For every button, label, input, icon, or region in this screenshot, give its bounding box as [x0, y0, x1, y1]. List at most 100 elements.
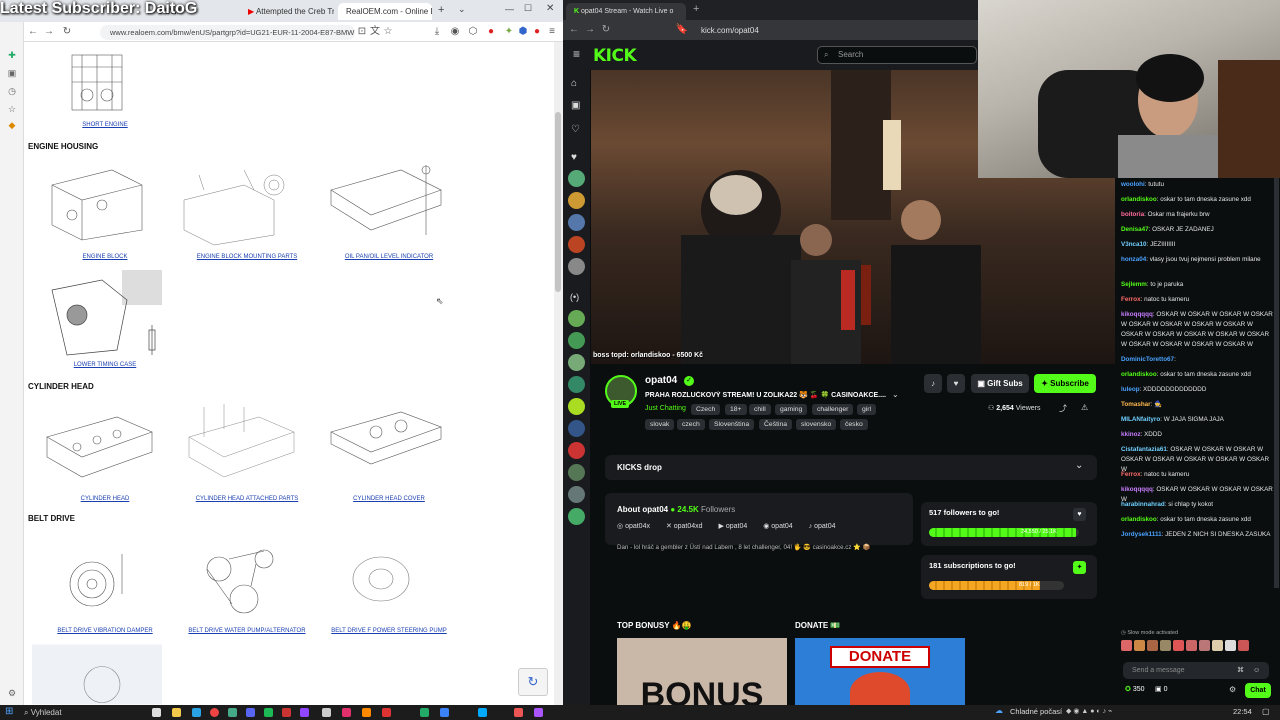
chat-username[interactable]: MILANfaityro [1121, 416, 1160, 423]
chat-username[interactable]: woolohi [1121, 181, 1145, 188]
stream-tag[interactable]: slovensko [796, 419, 837, 430]
bookmark-icon[interactable]: 🔖 [675, 23, 689, 37]
chat-username[interactable]: orlandiskoo [1121, 516, 1157, 523]
recommended-channel-avatar[interactable] [568, 398, 585, 415]
stream-tag[interactable]: girl [857, 404, 877, 415]
chat-send-button[interactable]: Chat [1245, 683, 1271, 698]
recommended-channel-avatar[interactable] [568, 442, 585, 459]
social-link[interactable]: opat04x [625, 523, 650, 530]
stream-tag[interactable]: česko [840, 419, 868, 430]
favorites-icon[interactable]: ☆ [5, 102, 19, 116]
edge-icon[interactable] [192, 708, 201, 717]
twitch-icon[interactable] [300, 708, 309, 717]
clock[interactable]: 22:54 [1233, 707, 1252, 716]
reload-icon[interactable]: ↻ [599, 23, 613, 37]
follow-button[interactable]: ♥ [947, 374, 965, 393]
tray-icons[interactable]: ◆ ◉ ▲ ● ◐ ♪ ⌁ [1066, 707, 1112, 715]
app-icon[interactable] [342, 708, 351, 717]
app-icon[interactable] [382, 708, 391, 717]
kick-logo[interactable]: KICK [593, 46, 637, 66]
emote-icon[interactable] [1212, 640, 1223, 651]
app-icon[interactable] [228, 708, 237, 717]
emote-icon[interactable] [1147, 640, 1158, 651]
part-link[interactable]: CYLINDER HEAD COVER [316, 496, 462, 502]
start-icon[interactable]: ⊞ [5, 706, 13, 717]
top-bonusy-panel-image[interactable]: BONUS [617, 638, 787, 705]
recommended-channel-avatar[interactable] [568, 376, 585, 393]
spotify-icon[interactable] [264, 708, 273, 717]
command-icon[interactable]: ⌘ [1237, 662, 1244, 679]
forward-icon[interactable]: → [42, 25, 56, 39]
menu-icon[interactable]: ≡ [545, 25, 559, 39]
chat-username[interactable]: Denisa47 [1121, 226, 1149, 233]
stream-tag[interactable]: Čeština [759, 419, 793, 430]
app-icon[interactable] [478, 708, 487, 717]
extension-icon[interactable]: ⬡ [466, 25, 480, 39]
weather-icon[interactable]: ☁ [995, 706, 1003, 715]
app-icon[interactable] [322, 708, 331, 717]
chat-username[interactable]: Tomashar [1121, 401, 1151, 408]
extension-icon[interactable]: ⬢ [516, 25, 530, 39]
tab-kick[interactable]: K opat04 Stream - Watch Live o [566, 3, 686, 20]
chat-username[interactable]: harabinnahrad [1121, 501, 1165, 508]
followed-channel-avatar[interactable] [568, 258, 585, 275]
part-link[interactable]: LOWER TIMING CASE [32, 362, 178, 368]
browse-icon[interactable]: ▣ [571, 100, 580, 111]
category-link[interactable]: Just Chatting [645, 405, 686, 412]
back-icon[interactable]: ← [567, 23, 581, 37]
following-icon[interactable]: ♡ [571, 124, 580, 135]
chat-username[interactable]: honza04 [1121, 256, 1146, 263]
taskbar-search[interactable]: ⌕ Vyhledat [24, 707, 144, 719]
bookmark-icon[interactable]: ☆ [381, 25, 395, 39]
app-icon[interactable] [282, 708, 291, 717]
chat-settings-icon[interactable]: ⚙ [1229, 685, 1236, 694]
tab-realoem[interactable]: RealOEM.com - Online BM [338, 3, 432, 20]
part-link[interactable]: BELT DRIVE WATER PUMP/ALTERNATOR [174, 628, 320, 634]
chat-username[interactable]: boitoria [1121, 211, 1144, 218]
close-icon[interactable]: ✕ [546, 3, 554, 14]
stream-tag[interactable]: Czech [691, 404, 721, 415]
kicks-drop-panel[interactable]: KICKS drop ⌄ [605, 455, 1097, 480]
app-icon[interactable] [440, 708, 449, 717]
new-tab-icon[interactable]: + [438, 4, 444, 16]
app-icon[interactable] [362, 708, 371, 717]
emote-icon[interactable] [1160, 640, 1171, 651]
recommended-channel-avatar[interactable] [568, 508, 585, 525]
chat-input[interactable]: Send a message ⌘ ☺ [1123, 662, 1269, 679]
points-display[interactable]: ✪ 350 [1125, 685, 1145, 693]
subscribe-button[interactable]: ✦ Subscribe [1034, 374, 1096, 393]
chat-username[interactable]: orlandiskoo [1121, 371, 1157, 378]
stream-tag[interactable]: challenger [812, 404, 854, 415]
translate-icon[interactable]: 文 [368, 25, 382, 39]
followed-channel-avatar[interactable] [568, 214, 585, 231]
stream-tag[interactable]: chill [749, 404, 771, 415]
part-link[interactable]: CYLINDER HEAD [32, 496, 178, 502]
chat-username[interactable]: kkinoz [1121, 431, 1141, 438]
expand-icon[interactable]: ⌄ [892, 390, 899, 399]
stream-tag[interactable]: 18+ [725, 404, 747, 415]
followed-channel-avatar[interactable] [568, 192, 585, 209]
heart-icon[interactable]: ♥ [1073, 508, 1086, 521]
chat-username[interactable]: Jordysek1111 [1121, 531, 1162, 538]
part-link[interactable]: BELT DRIVE F POWER STEERING PUMP [316, 628, 462, 634]
chrome-icon[interactable] [210, 708, 219, 717]
stream-tag[interactable]: Slovenština [709, 419, 755, 430]
donate-panel-image[interactable]: DONATE [795, 638, 965, 705]
extension-icon[interactable]: ✦ [502, 25, 516, 39]
new-tab-icon[interactable]: + [693, 3, 699, 15]
chat-username[interactable]: Ferrox [1121, 471, 1141, 478]
home-icon[interactable]: ⌂ [571, 78, 577, 89]
stream-tag[interactable]: slovak [645, 419, 675, 430]
emote-icon[interactable] [1199, 640, 1210, 651]
chat-username[interactable]: V3nca10 [1121, 241, 1147, 248]
reload-icon[interactable]: ↻ [60, 25, 74, 39]
tabs-icon[interactable]: ▣ [5, 66, 19, 80]
recommended-channel-avatar[interactable] [568, 464, 585, 481]
address-bar[interactable]: www.realoem.com/bmw/enUS/partgrp?id=UG21… [100, 25, 355, 40]
part-link[interactable]: ENGINE BLOCK MOUNTING PARTS [174, 254, 320, 260]
extension-icon[interactable]: ◉ [448, 25, 462, 39]
tab-creb-track[interactable]: ▶ Attempted the Creb Track [240, 3, 334, 20]
forward-icon[interactable]: → [583, 23, 597, 37]
chat-username[interactable]: Sejlemm [1121, 281, 1147, 288]
tab-list-icon[interactable]: ⌄ [458, 4, 466, 15]
